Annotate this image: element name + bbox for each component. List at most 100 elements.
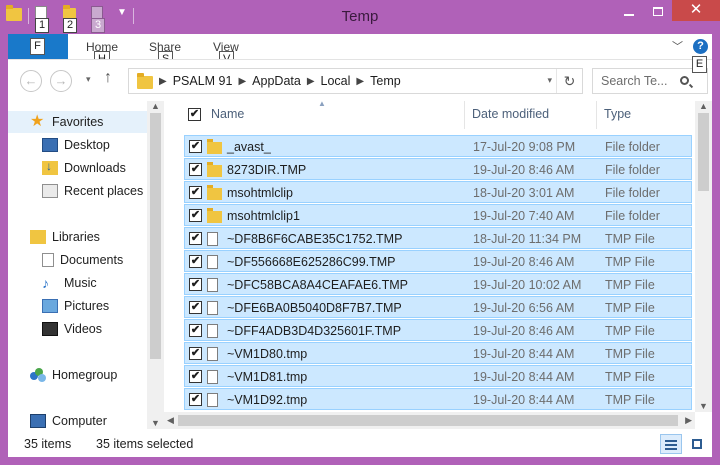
file-row[interactable]: ✔ ~DFF4ADB3D4D325601F.TMP 19-Jul-20 8:46 A…: [184, 319, 692, 341]
sidebar-item-pictures[interactable]: Pictures: [8, 295, 147, 317]
chevron-right-icon[interactable]: ▶: [238, 76, 246, 87]
title-bar: 1 2 3 ▼ Temp ✕: [0, 0, 720, 34]
search-input[interactable]: Search Te... E: [592, 56, 708, 94]
sidebar-item-homegroup[interactable]: Homegroup: [8, 364, 147, 386]
chevron-right-icon[interactable]: ▶: [356, 76, 364, 87]
file-row[interactable]: ✔ ~VM1D92.tmp 19-Jul-20 8:44 AM TMP File: [184, 388, 692, 410]
maximize-button[interactable]: [643, 0, 672, 21]
select-all-checkbox[interactable]: ✔: [188, 108, 201, 121]
file-row[interactable]: ✔ ~DFC58BCA8A4CEAFAE6.TMP 19-Jul-20 10:02 …: [184, 273, 692, 295]
sidebar-item-downloads[interactable]: Downloads: [8, 157, 147, 179]
search-placeholder: Search Te...: [601, 74, 668, 88]
refresh-button[interactable]: ↻: [556, 69, 582, 93]
file-name: _avast_: [227, 140, 271, 154]
folder-icon: [207, 185, 222, 200]
file-row[interactable]: ✔ ~DFE6BA0B5040D8F7B7.TMP 19-Jul-20 6:56 A…: [184, 296, 692, 318]
row-checkbox[interactable]: ✔: [189, 255, 202, 268]
chevron-right-icon[interactable]: ▶: [307, 76, 315, 87]
breadcrumb-psalm91[interactable]: PSALM 91: [173, 74, 233, 88]
sidebar-item-desktop[interactable]: Desktop: [8, 134, 147, 156]
file-name: msohtmlclip: [227, 186, 293, 200]
close-button[interactable]: ✕: [672, 0, 720, 21]
file-row[interactable]: ✔ msohtmlclip 18-Jul-20 3:01 AM File folder: [184, 181, 692, 203]
file-list-horizontal-scrollbar[interactable]: ◀ ▶: [164, 412, 695, 429]
sidebar-item-favorites[interactable]: ★ Favorites: [8, 111, 147, 133]
file-row[interactable]: ✔ ~VM1D80.tmp 19-Jul-20 8:44 AM TMP File: [184, 342, 692, 364]
vertical-scroll-thumb[interactable]: [698, 113, 709, 191]
file-date-modified: 19-Jul-20 8:44 AM: [473, 347, 575, 361]
row-checkbox[interactable]: ✔: [189, 393, 202, 406]
breadcrumb-temp[interactable]: Temp: [370, 74, 401, 88]
expand-ribbon-icon[interactable]: ﹀: [672, 38, 683, 54]
scroll-down-icon[interactable]: ▼: [699, 401, 708, 411]
row-checkbox[interactable]: ✔: [189, 163, 202, 176]
address-dropdown-icon[interactable]: ▾: [547, 75, 552, 86]
folder-icon: [207, 162, 222, 177]
status-bar: 35 items 35 items selected: [8, 429, 712, 457]
recent-locations-dropdown-icon[interactable]: ▾: [86, 74, 91, 85]
back-button[interactable]: ←: [20, 70, 42, 92]
file-name: ~VM1D81.tmp: [227, 370, 308, 384]
row-checkbox[interactable]: ✔: [189, 186, 202, 199]
file-row[interactable]: ✔ ~VM1D81.tmp 19-Jul-20 8:44 AM TMP File: [184, 365, 692, 387]
file-icon: [207, 278, 218, 292]
scroll-down-icon[interactable]: ▼: [147, 418, 164, 428]
breadcrumb-local[interactable]: Local: [321, 74, 351, 88]
scroll-up-icon[interactable]: ▲: [147, 101, 164, 111]
tab-file[interactable]: F: [8, 34, 68, 59]
navigation-bar: ← → ▾ ↑ ▶ PSALM 91 ▶ AppData ▶ Local ▶ T…: [8, 56, 712, 101]
minimize-icon: [623, 14, 634, 17]
minimize-button[interactable]: [614, 0, 643, 21]
row-checkbox[interactable]: ✔: [189, 232, 202, 245]
file-date-modified: 19-Jul-20 6:56 AM: [473, 301, 575, 315]
file-date-modified: 19-Jul-20 8:46 AM: [473, 324, 575, 338]
horizontal-scroll-thumb[interactable]: [178, 415, 678, 426]
column-header-date[interactable]: Date modified: [472, 107, 549, 121]
chevron-right-icon[interactable]: ▶: [159, 76, 167, 87]
large-icons-view-button[interactable]: [686, 434, 708, 454]
scroll-left-icon[interactable]: ◀: [167, 415, 174, 426]
row-checkbox[interactable]: ✔: [189, 347, 202, 360]
row-checkbox[interactable]: ✔: [189, 370, 202, 383]
column-header-name[interactable]: Name: [211, 107, 244, 121]
navpane-scroll-thumb[interactable]: [150, 113, 161, 359]
file-icon: [207, 255, 218, 269]
sidebar-item-documents[interactable]: Documents: [8, 249, 147, 271]
row-checkbox[interactable]: ✔: [189, 324, 202, 337]
up-button[interactable]: ↑: [104, 69, 112, 87]
file-row[interactable]: ✔ ~DF556668E625286C99.TMP 19-Jul-20 8:46 A…: [184, 250, 692, 272]
row-checkbox[interactable]: ✔: [189, 140, 202, 153]
scroll-up-icon[interactable]: ▲: [699, 101, 708, 111]
row-checkbox[interactable]: ✔: [189, 301, 202, 314]
address-bar[interactable]: ▶ PSALM 91 ▶ AppData ▶ Local ▶ Temp ▾ ↻: [128, 68, 583, 94]
sidebar-item-libraries[interactable]: Libraries: [8, 226, 147, 248]
sidebar-item-music[interactable]: ♪ Music: [8, 272, 147, 294]
sidebar-item-label: Documents: [60, 253, 124, 267]
column-divider[interactable]: [464, 101, 465, 129]
column-header-type[interactable]: Type: [604, 107, 631, 121]
forward-button[interactable]: →: [50, 70, 72, 92]
address-folder-icon: [137, 73, 153, 89]
homegroup-icon: [30, 368, 46, 382]
row-checkbox[interactable]: ✔: [189, 209, 202, 222]
recent-places-icon: [42, 184, 58, 198]
file-name: ~VM1D80.tmp: [227, 347, 308, 361]
sidebar-item-videos[interactable]: Videos: [8, 318, 147, 340]
details-view-button[interactable]: [660, 434, 682, 454]
file-type: File folder: [605, 209, 660, 223]
file-row[interactable]: ✔ _avast_ 17-Jul-20 9:08 PM File folder: [184, 135, 692, 157]
file-list-vertical-scrollbar[interactable]: ▲ ▼: [695, 101, 712, 412]
scroll-right-icon[interactable]: ▶: [685, 415, 692, 426]
navpane-scrollbar[interactable]: ▲ ▼: [147, 101, 164, 429]
help-icon[interactable]: ?: [693, 38, 708, 54]
breadcrumb-appdata[interactable]: AppData: [252, 74, 301, 88]
window-title: Temp: [341, 8, 379, 25]
column-divider[interactable]: [596, 101, 597, 129]
file-row[interactable]: ✔ 8273DIR.TMP 19-Jul-20 8:46 AM File folder: [184, 158, 692, 180]
file-row[interactable]: ✔ msohtmlclip1 19-Jul-20 7:40 AM File folde…: [184, 204, 692, 226]
file-row[interactable]: ✔ ~DF8B6F6CABE35C1752.TMP 18-Jul-20 11:34 …: [184, 227, 692, 249]
videos-icon: [42, 322, 58, 336]
sidebar-item-label: Music: [64, 276, 97, 290]
sidebar-item-recent-places[interactable]: Recent places: [8, 180, 147, 202]
row-checkbox[interactable]: ✔: [189, 278, 202, 291]
